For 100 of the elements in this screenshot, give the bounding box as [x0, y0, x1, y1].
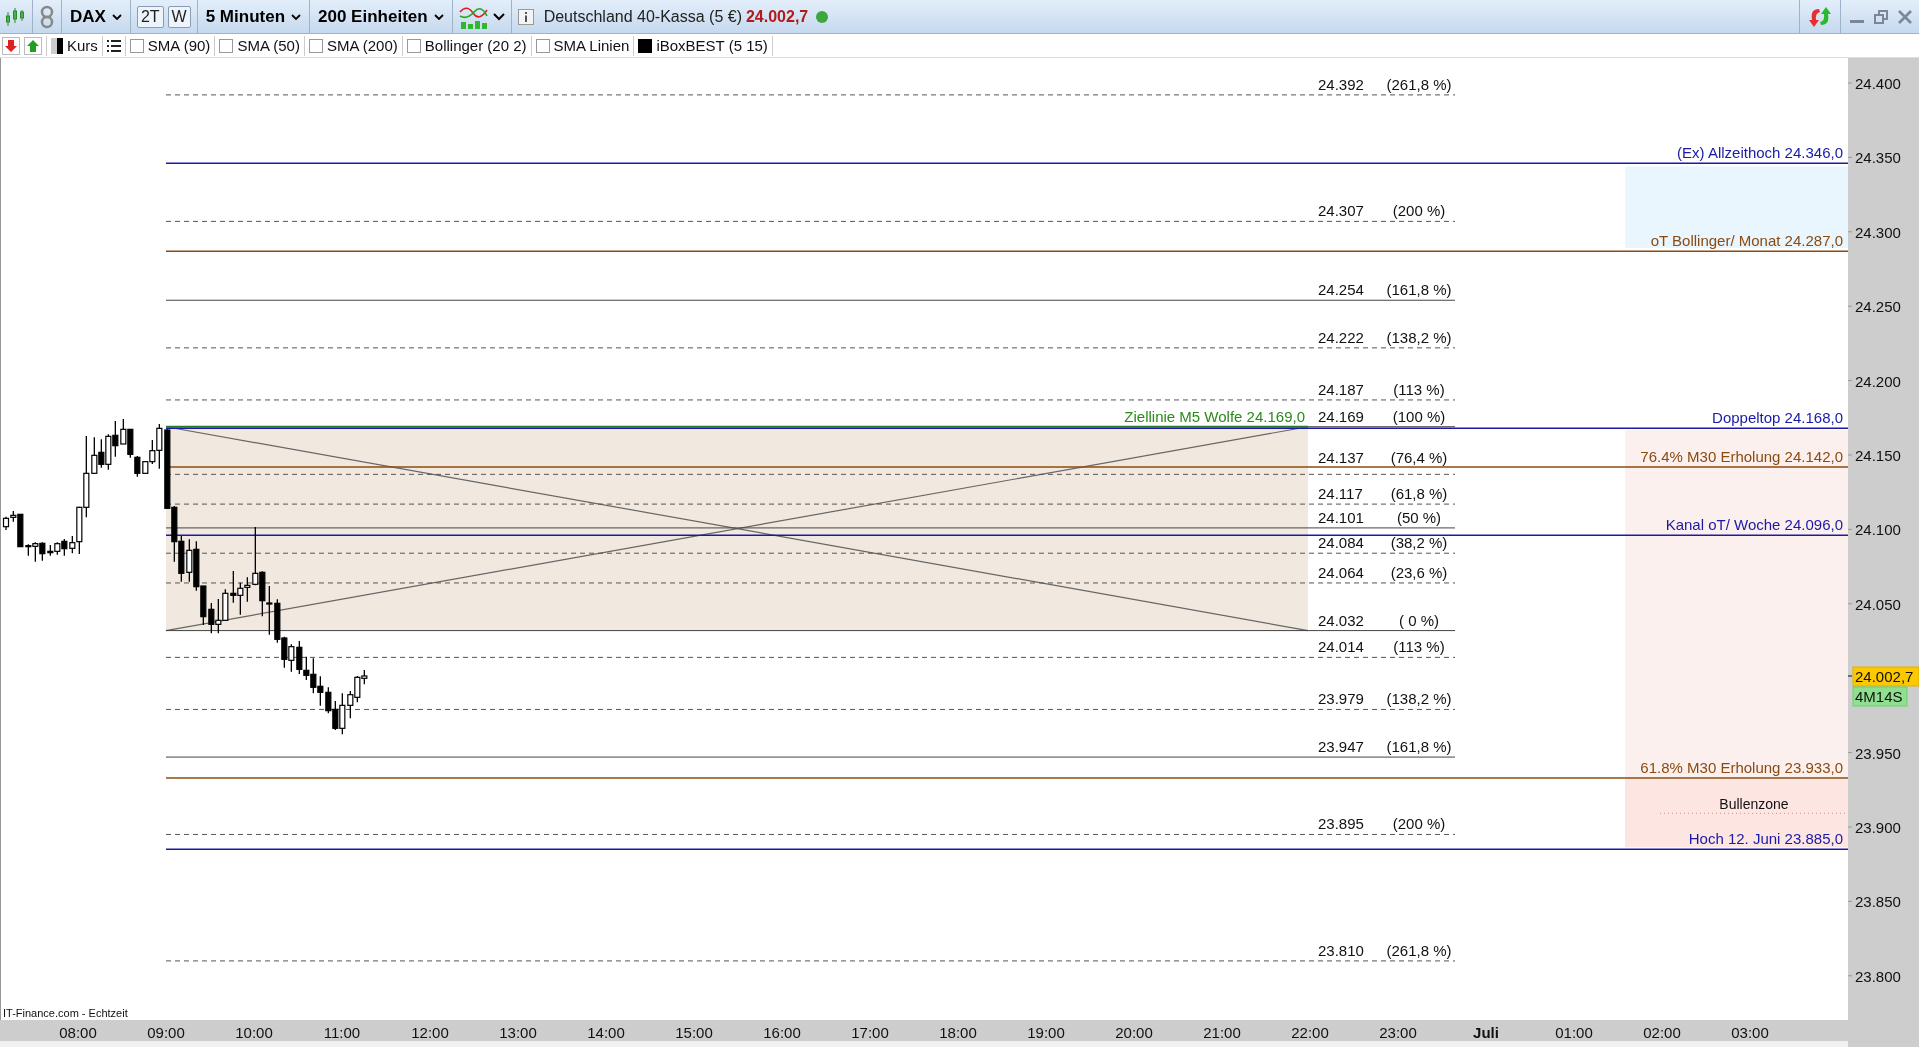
candlestick-icon[interactable] — [4, 5, 26, 28]
fibonacci-percent: ( 0 %) — [1399, 611, 1439, 629]
time-axis-label: 01:00 — [1555, 1024, 1593, 1041]
time-axis-label: 23:00 — [1379, 1024, 1417, 1041]
price-axis-label: 23.850 — [1855, 893, 1901, 911]
fibonacci-price: 24.254 — [1318, 281, 1364, 299]
time-axis-label: 14:00 — [587, 1024, 625, 1041]
fibonacci-percent: (113 %) — [1393, 380, 1445, 398]
fibonacci-price: 24.392 — [1318, 75, 1364, 93]
time-axis-label: 22:00 — [1291, 1024, 1329, 1041]
fibonacci-price: 24.169 — [1318, 407, 1364, 425]
fibonacci-price: 24.307 — [1318, 202, 1364, 220]
time-axis-label: 13:00 — [499, 1024, 537, 1041]
interval-dropdown[interactable]: 5 Minuten — [203, 4, 304, 29]
fibonacci-percent: (261,8 %) — [1386, 941, 1452, 959]
fibonacci-price: 24.014 — [1318, 638, 1364, 656]
fibonacci-percent: (138,2 %) — [1386, 328, 1452, 346]
indicator-toggle[interactable]: SMA (90) — [129, 37, 211, 54]
checkbox[interactable] — [535, 38, 550, 53]
countdown-badge: 4M14S — [1852, 686, 1908, 707]
indicator-toggle[interactable]: Bollinger (20 2) — [406, 37, 527, 54]
fibonacci-percent: (23,6 %) — [1390, 563, 1448, 581]
fibonacci-price: 24.101 — [1318, 508, 1364, 526]
price-axis-label: 24.250 — [1855, 298, 1901, 316]
support-line-label: oT Bollinger/ Monat 24.287,0 — [1650, 232, 1843, 250]
zone-label: Bullenzone — [1719, 796, 1789, 813]
support-line-label: (Ex) Allzeithoch 24.346,0 — [1677, 144, 1843, 162]
price-axis-label: 24.050 — [1855, 595, 1901, 613]
price-axis-label: 24.100 — [1855, 521, 1901, 539]
time-axis-label: 02:00 — [1643, 1024, 1681, 1041]
time-axis-label: Juli — [1473, 1024, 1499, 1041]
fibonacci-price: 24.117 — [1318, 485, 1363, 503]
price-axis-label: 23.800 — [1855, 967, 1901, 985]
range-button[interactable]: 2T — [136, 5, 164, 28]
close-icon[interactable] — [1897, 8, 1913, 25]
checkbox[interactable] — [129, 38, 144, 53]
instrument-name: Deutschland 40-Kassa (5 €) — [543, 7, 742, 26]
fibonacci-percent: (200 %) — [1392, 815, 1446, 833]
time-axis-label: 11:00 — [323, 1024, 361, 1041]
fibonacci-price: 23.947 — [1318, 738, 1364, 756]
indicator-toggle[interactable]: SMA (50) — [219, 37, 300, 54]
price-label: Kurs — [67, 37, 98, 54]
price-axis-label: 23.950 — [1855, 744, 1901, 762]
current-price-badge: 24.002,7 — [1852, 666, 1919, 687]
last-price: 24.002,7 — [745, 7, 809, 26]
fibonacci-percent: (100 %) — [1392, 407, 1446, 425]
fibonacci-price: 24.222 — [1318, 328, 1364, 346]
fibonacci-price: 23.895 — [1318, 815, 1364, 833]
time-axis-label: 10:00 — [235, 1024, 273, 1041]
checkbox[interactable] — [638, 38, 653, 53]
caret-icon — [111, 13, 122, 20]
data-source-label: IT-Finance.com - Echtzeit — [3, 1007, 128, 1019]
fibonacci-price: 24.187 — [1318, 380, 1364, 398]
caret-icon — [433, 13, 444, 20]
fibonacci-percent: (76,4 %) — [1390, 449, 1448, 467]
fibonacci-percent: (161,8 %) — [1386, 738, 1452, 756]
range-button[interactable]: W — [167, 5, 191, 28]
caret-icon — [291, 13, 302, 20]
caret-icon[interactable] — [492, 12, 505, 21]
time-axis-label: 21:00 — [1203, 1024, 1241, 1041]
support-line-label: Hoch 12. Juni 23.885,0 — [1688, 830, 1843, 848]
fibonacci-percent: (161,8 %) — [1386, 281, 1452, 299]
checkbox[interactable] — [308, 38, 323, 53]
fibonacci-price: 24.064 — [1318, 563, 1364, 581]
checkbox[interactable] — [219, 38, 234, 53]
info-icon[interactable] — [517, 8, 534, 25]
fibonacci-percent: (61,8 %) — [1390, 485, 1448, 503]
symbol-dropdown[interactable]: DAX — [68, 4, 124, 29]
checkbox[interactable] — [406, 38, 421, 53]
time-axis-label: 18:00 — [939, 1024, 977, 1041]
support-line-label: 61.8% M30 Erholung 23.933,0 — [1640, 758, 1843, 776]
units-dropdown[interactable]: 200 Einheiten — [316, 4, 446, 29]
price-style-swatch[interactable] — [51, 37, 63, 54]
fibonacci-price: 24.032 — [1318, 611, 1364, 629]
indicator-toggle[interactable]: SMA Linien — [535, 37, 630, 54]
support-line-label: 76.4% M30 Erholung 24.142,0 — [1640, 447, 1843, 465]
fibonacci-percent: (50 %) — [1396, 508, 1442, 526]
buy-arrow-icon[interactable] — [24, 36, 42, 55]
indicator-toggle[interactable]: iBoxBEST (5 15) — [638, 37, 768, 54]
chain-icon[interactable] — [39, 4, 55, 29]
time-axis-label: 03:00 — [1731, 1024, 1769, 1041]
fibonacci-price: 23.810 — [1318, 941, 1364, 959]
list-icon[interactable] — [106, 39, 121, 52]
price-axis-label: 24.350 — [1855, 149, 1901, 167]
time-axis-label: 17:00 — [851, 1024, 889, 1041]
price-axis-label: 24.200 — [1855, 372, 1901, 390]
fibonacci-percent: (200 %) — [1392, 202, 1446, 220]
price-axis-label: 24.150 — [1855, 447, 1901, 464]
fibonacci-percent: (38,2 %) — [1390, 534, 1448, 552]
indicator-toggle[interactable]: SMA (200) — [308, 37, 398, 54]
restore-icon[interactable] — [1873, 8, 1889, 25]
time-axis-label: 15:00 — [675, 1024, 713, 1041]
time-axis-label: 19:00 — [1027, 1024, 1065, 1041]
price-axis-label: 24.300 — [1855, 223, 1901, 241]
time-axis-label: 08:00 — [59, 1024, 97, 1041]
time-axis-label: 09:00 — [147, 1024, 185, 1041]
target-line-label: Ziellinie M5 Wolfe 24.169,0 — [1124, 407, 1305, 425]
price-axis-label: 24.400 — [1855, 75, 1901, 92]
sell-arrow-icon[interactable] — [2, 36, 20, 55]
price-axis-label: 23.900 — [1855, 819, 1901, 836]
